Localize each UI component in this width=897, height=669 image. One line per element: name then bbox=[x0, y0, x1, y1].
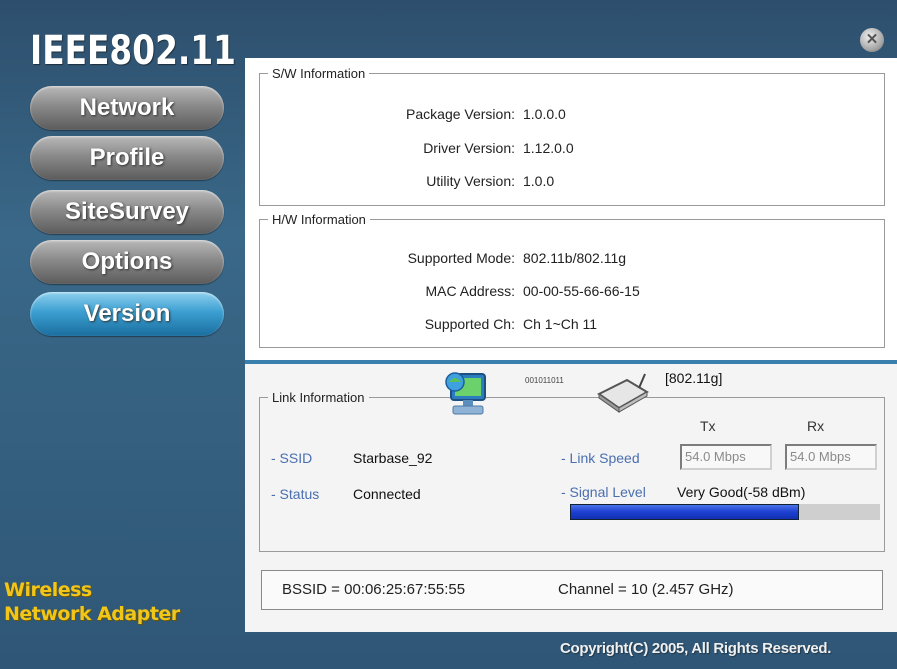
tx-header: Tx bbox=[700, 418, 716, 434]
supported-ch-value: Ch 1~Ch 11 bbox=[523, 316, 598, 332]
bssid-text: BSSID = 00:06:25:67:55:55 bbox=[282, 581, 466, 598]
signal-level-label: - Signal Level bbox=[561, 484, 646, 500]
tagline-line2: Network Adapter bbox=[4, 603, 180, 625]
mac-address-value: 00-00-55-66-66-15 bbox=[523, 283, 640, 299]
tagline: Wireless Network Adapter bbox=[4, 578, 180, 626]
link-panel: Link Information 001011011 [802.11g] Tx … bbox=[245, 364, 897, 632]
link-info-group: Link Information bbox=[259, 390, 885, 552]
ssid-label: - SSID bbox=[271, 450, 313, 466]
status-label: - Status bbox=[271, 486, 320, 502]
sidebar: IEEE802.11 Network Profile SiteSurvey Op… bbox=[0, 0, 245, 669]
info-panel: S/W Information Package Version: 1.0.0.0… bbox=[245, 58, 897, 360]
status-value: Connected bbox=[353, 486, 421, 502]
nav-network-button[interactable]: Network bbox=[30, 86, 224, 130]
link-speed-label: - Link Speed bbox=[561, 450, 640, 466]
sw-info-legend: S/W Information bbox=[272, 66, 366, 81]
wireless-card-icon bbox=[595, 370, 651, 414]
package-version-label: Package Version: bbox=[406, 106, 515, 122]
rx-speed-field: 54.0 Mbps bbox=[785, 444, 877, 470]
driver-version-value: 1.12.0.0 bbox=[523, 140, 574, 156]
ssid-value: Starbase_92 bbox=[353, 450, 433, 466]
close-icon[interactable]: ✕ bbox=[860, 28, 884, 52]
package-version-value: 1.0.0.0 bbox=[523, 106, 566, 122]
supported-mode-label: Supported Mode: bbox=[407, 250, 515, 266]
utility-version-value: 1.0.0 bbox=[523, 173, 555, 189]
brand-title: IEEE802.11 bbox=[30, 28, 236, 74]
band-mode: [802.11g] bbox=[665, 370, 723, 386]
nav-sitesurvey-button[interactable]: SiteSurvey bbox=[30, 190, 224, 234]
nav-profile-button[interactable]: Profile bbox=[30, 136, 224, 180]
signal-level-value: Very Good(-58 dBm) bbox=[677, 484, 806, 500]
supported-ch-label: Supported Ch: bbox=[424, 316, 515, 332]
rx-header: Rx bbox=[807, 418, 825, 434]
mac-address-label: MAC Address: bbox=[425, 283, 515, 299]
channel-text: Channel = 10 (2.457 GHz) bbox=[558, 581, 734, 598]
nav-version-button[interactable]: Version bbox=[30, 292, 224, 336]
main-panel: S/W Information Package Version: 1.0.0.0… bbox=[245, 58, 897, 632]
utility-version-label: Utility Version: bbox=[426, 173, 515, 189]
bssid-box: BSSID = 00:06:25:67:55:55 Channel = 10 (… bbox=[261, 570, 883, 610]
app-window: IEEE802.11 Network Profile SiteSurvey Op… bbox=[0, 0, 897, 669]
link-info-legend: Link Information bbox=[272, 390, 365, 405]
copyright: Copyright(C) 2005, All Rights Reserved. bbox=[560, 640, 832, 657]
signal-level-fill bbox=[570, 504, 800, 520]
tagline-line1: Wireless bbox=[4, 579, 92, 601]
hw-info-legend: H/W Information bbox=[272, 212, 366, 227]
data-bits-text: 001011011 bbox=[525, 376, 564, 385]
driver-version-label: Driver Version: bbox=[423, 140, 515, 156]
tx-speed-field: 54.0 Mbps bbox=[680, 444, 772, 470]
signal-level-bar bbox=[570, 504, 880, 520]
computer-icon bbox=[441, 368, 495, 420]
supported-mode-value: 802.11b/802.11g bbox=[523, 250, 627, 266]
nav-options-button[interactable]: Options bbox=[30, 240, 224, 284]
